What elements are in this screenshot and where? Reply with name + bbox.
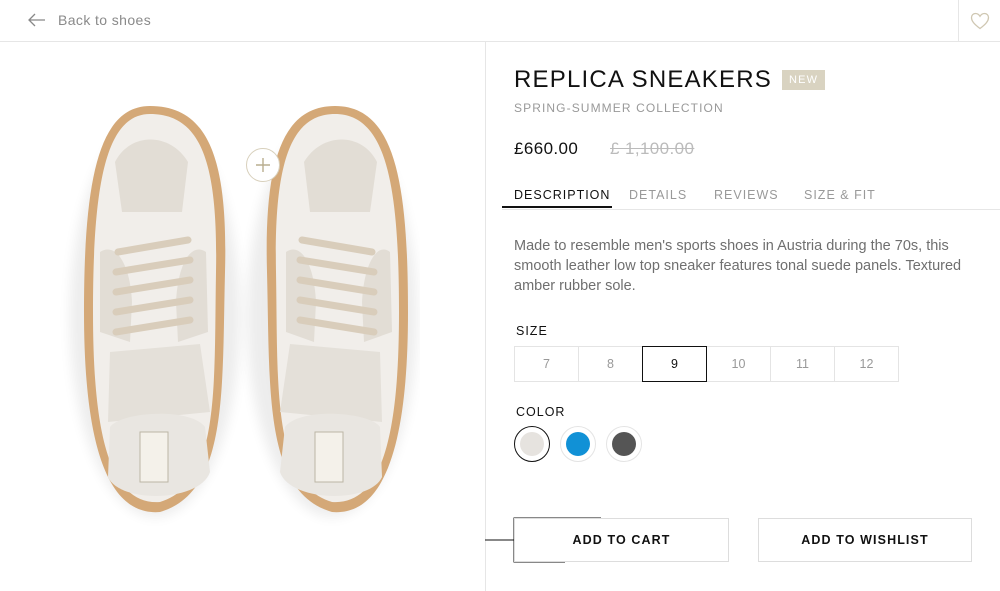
color-swatch-fill bbox=[612, 432, 636, 456]
size-option[interactable]: 7 bbox=[514, 346, 579, 382]
arrow-left-icon bbox=[28, 13, 45, 27]
top-bar: Back to shoes bbox=[0, 0, 1000, 42]
color-label: COLOR bbox=[516, 405, 566, 419]
tab-description[interactable]: DESCRIPTION bbox=[514, 188, 610, 202]
size-selector: 7 8 9 10 11 12 bbox=[514, 346, 899, 382]
back-link-label: Back to shoes bbox=[58, 12, 152, 28]
zoom-button[interactable] bbox=[246, 148, 280, 182]
color-selector bbox=[514, 426, 642, 462]
product-tabs: DESCRIPTION DETAILS REVIEWS SIZE & FIT bbox=[502, 180, 1000, 210]
color-swatch-off-white[interactable] bbox=[514, 426, 550, 462]
column-divider bbox=[485, 42, 486, 591]
color-swatch-fill bbox=[566, 432, 590, 456]
new-badge: NEW bbox=[781, 70, 826, 90]
size-option-selected[interactable]: 9 bbox=[642, 346, 707, 382]
current-price: £660.00 bbox=[514, 139, 579, 158]
wishlist-heart-button[interactable] bbox=[958, 0, 1000, 42]
product-image bbox=[70, 106, 417, 517]
collection-label: SPRING-SUMMER COLLECTION bbox=[514, 101, 724, 115]
tab-reviews[interactable]: REVIEWS bbox=[714, 188, 779, 202]
back-to-shoes-link[interactable]: Back to shoes bbox=[28, 12, 151, 28]
size-option[interactable]: 8 bbox=[578, 346, 643, 382]
add-to-cart-button[interactable]: ADD TO CART bbox=[514, 518, 729, 562]
size-option[interactable]: 11 bbox=[770, 346, 835, 382]
size-label: SIZE bbox=[516, 324, 548, 338]
size-option[interactable]: 12 bbox=[834, 346, 899, 382]
add-to-wishlist-button[interactable]: ADD TO WISHLIST bbox=[758, 518, 972, 562]
heart-icon bbox=[970, 12, 989, 30]
product-description: Made to resemble men's sports shoes in A… bbox=[514, 238, 962, 294]
product-title-row: REPLICA SNEAKERS NEW bbox=[514, 66, 826, 94]
tab-details[interactable]: DETAILS bbox=[629, 188, 687, 202]
color-swatch-blue[interactable] bbox=[560, 426, 596, 462]
old-price: £ 1,100.00 bbox=[610, 139, 695, 158]
plus-icon bbox=[256, 158, 270, 172]
color-swatch-fill bbox=[520, 432, 544, 456]
product-title: REPLICA SNEAKERS bbox=[514, 66, 772, 93]
active-tab-indicator bbox=[502, 206, 612, 208]
size-option[interactable]: 10 bbox=[706, 346, 771, 382]
product-image-area bbox=[0, 42, 485, 591]
tab-size-fit[interactable]: SIZE & FIT bbox=[804, 188, 876, 202]
color-swatch-dark-grey[interactable] bbox=[606, 426, 642, 462]
